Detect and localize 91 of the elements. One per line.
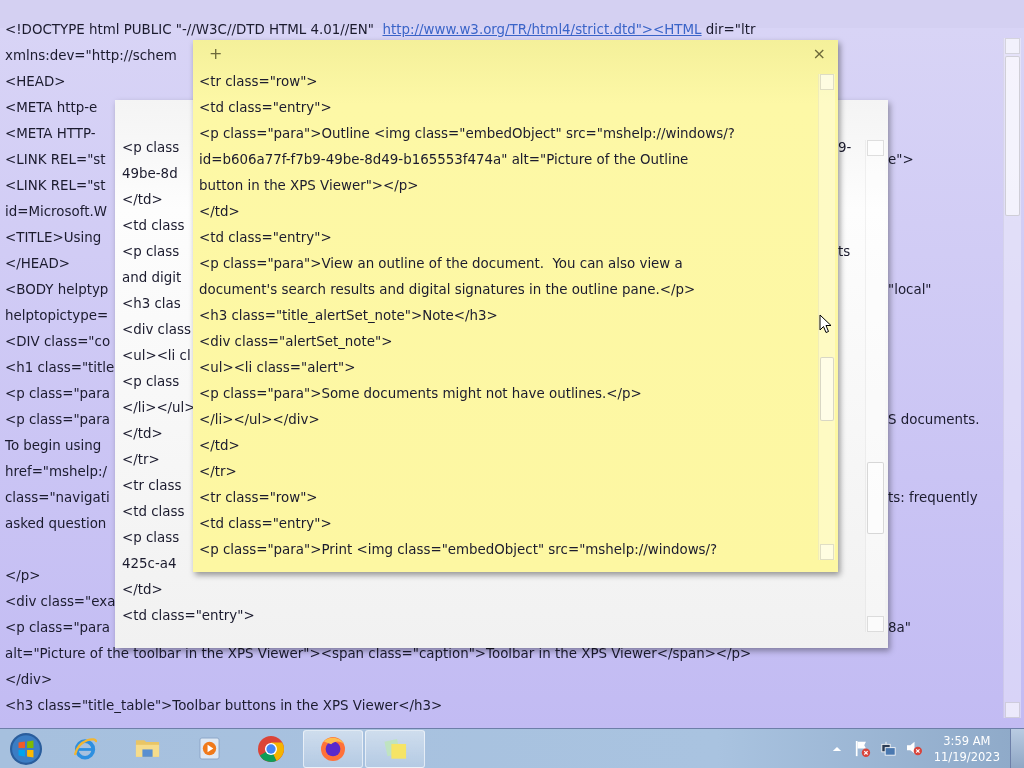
code-line: </li></ul> <box>122 399 196 417</box>
caret-icon <box>831 745 842 752</box>
code-line: <p class <box>122 529 180 547</box>
code-line: S documents. <box>888 411 980 429</box>
code-line: button in the XPS Viewer"></p> <box>199 177 419 195</box>
code-line: ts <box>838 243 851 261</box>
code-line: <h3 clas <box>122 295 181 313</box>
code-line: xmlns:dev="http://schem <box>5 47 177 65</box>
flag-icon <box>854 739 871 758</box>
code-line: ts: frequently <box>888 489 978 507</box>
code-line: <!DOCTYPE html PUBLIC "-//W3C//DTD HTML 4.01//EN" http://www.w3.org/TR/html4/strict.dtd"><HTML dir="ltr <box>5 21 756 39</box>
code-line: 8a" <box>888 619 911 637</box>
code-line: <BODY helptyp <box>5 281 109 299</box>
code-line: <DIV class="co <box>5 333 111 351</box>
code-line: </p> <box>5 567 41 585</box>
code-line: </td> <box>199 203 240 221</box>
code-line: </div> <box>5 671 53 689</box>
speaker-icon <box>906 741 924 756</box>
code-line: <p class <box>122 373 180 391</box>
code-line: <td class="entry"> <box>122 607 255 625</box>
code-line: <tr class="row"> <box>199 73 318 91</box>
code-line: <p class="para <box>5 619 110 637</box>
code-line: <td class="entry"> <box>199 229 332 247</box>
code-line: id=Microsoft.W <box>5 203 107 221</box>
code-line: <h3 class="title_table">Toolbar buttons in the XPS Viewer</h3> <box>5 697 443 715</box>
network-icon <box>881 741 897 756</box>
code-line: <tr class <box>122 477 182 495</box>
code-line: <p class="para <box>5 385 110 403</box>
code-line: 425c-a4 <box>122 555 177 573</box>
code-line: document's search results and digital signatures in the outline pane.</p> <box>199 281 696 299</box>
code-line: </HEAD> <box>5 255 70 273</box>
code-line: href="mshelp:/ <box>5 463 108 481</box>
code-line: <div class <box>122 321 191 339</box>
browser-icon <box>73 737 97 760</box>
code-line: <p class="para">Some documents might not have outlines.</p> <box>199 385 642 403</box>
code-line: alt="Picture of the toolbar in the XPS Viewer"><span class="caption">Toolbar in the XPS Viewer</span></p> <box>5 645 752 663</box>
code-line: <LINK REL="st <box>5 151 106 169</box>
scrollbar[interactable] <box>818 74 835 560</box>
code-line: <tr class="row"> <box>199 489 318 507</box>
code-line: <td class="entry"> <box>199 99 332 117</box>
code-line: <p class <box>122 139 180 157</box>
code-line: and digit <box>122 269 182 287</box>
code-line: </td> <box>122 191 163 209</box>
firefox-icon <box>321 736 345 761</box>
code-line: <META HTTP- <box>5 125 96 143</box>
show-desktop-button[interactable] <box>1010 728 1024 768</box>
code-line: 49be-8d <box>122 165 178 183</box>
code-line: e"> <box>888 151 914 169</box>
code-line: <TITLE>Using <box>5 229 102 247</box>
folder-icon <box>134 739 160 758</box>
code-line: <META http-e <box>5 99 98 117</box>
code-line: 9- <box>838 139 852 157</box>
taskbar-button[interactable] <box>303 729 363 768</box>
chrome-icon <box>258 735 284 762</box>
scrollbar[interactable] <box>865 140 885 632</box>
code-line: </tr> <box>122 451 160 469</box>
code-line: <ul><li class="alert"> <box>199 359 356 377</box>
code-line: <h3 class="title_alertSet_note">Note</h3> <box>199 307 498 325</box>
code-line: <p class="para <box>5 411 110 429</box>
code-line: <td class <box>122 217 185 235</box>
sticky-notes-icon <box>383 737 407 760</box>
close-button[interactable]: × <box>808 44 830 64</box>
code-line: </li></ul></div> <box>199 411 320 429</box>
code-line: <ul><li cl <box>122 347 191 365</box>
code-line: helptopictype= <box>5 307 109 325</box>
scrollbar[interactable] <box>1003 38 1021 718</box>
code-line: <p class <box>122 243 180 261</box>
code-line: <HEAD> <box>5 73 66 91</box>
windows-logo-icon <box>10 732 42 765</box>
code-line: </td> <box>199 437 240 455</box>
code-line: id=b606a77f-f7b9-49be-8d49-b165553f474a" alt="Picture of the Outline <box>199 151 689 169</box>
add-button[interactable]: + <box>205 44 227 64</box>
code-line: <p class="para">View an outline of the document. You can also view a <box>199 255 683 273</box>
link[interactable]: http://www.w3.org/TR/html4/strict.dtd"><HTML <box>382 22 702 37</box>
code-line: <div class="exa <box>5 593 116 611</box>
code-line: </td> <box>122 581 163 599</box>
code-line: <div class="alertSet_note"> <box>199 333 393 351</box>
code-line: <td class="entry"> <box>199 515 332 533</box>
code-line: "local" <box>888 281 932 299</box>
code-line: asked question <box>5 515 107 533</box>
media-player-icon <box>198 737 220 760</box>
code-line: <LINK REL="st <box>5 177 106 195</box>
code-line: <p class="para">Outline <img class="embedObject" src="mshelp://windows/? <box>199 125 735 143</box>
cursor-icon <box>819 314 832 334</box>
code-line: </tr> <box>199 463 237 481</box>
code-line: <p class="para">Print <img class="embedObject" src="mshelp://windows/? <box>199 541 718 559</box>
code-line: class="navigati <box>5 489 110 507</box>
code-line: <td class <box>122 503 185 521</box>
code-line: </td> <box>122 425 163 443</box>
code-line: To begin using <box>5 437 102 455</box>
code-line: <h1 class="title <box>5 359 115 377</box>
